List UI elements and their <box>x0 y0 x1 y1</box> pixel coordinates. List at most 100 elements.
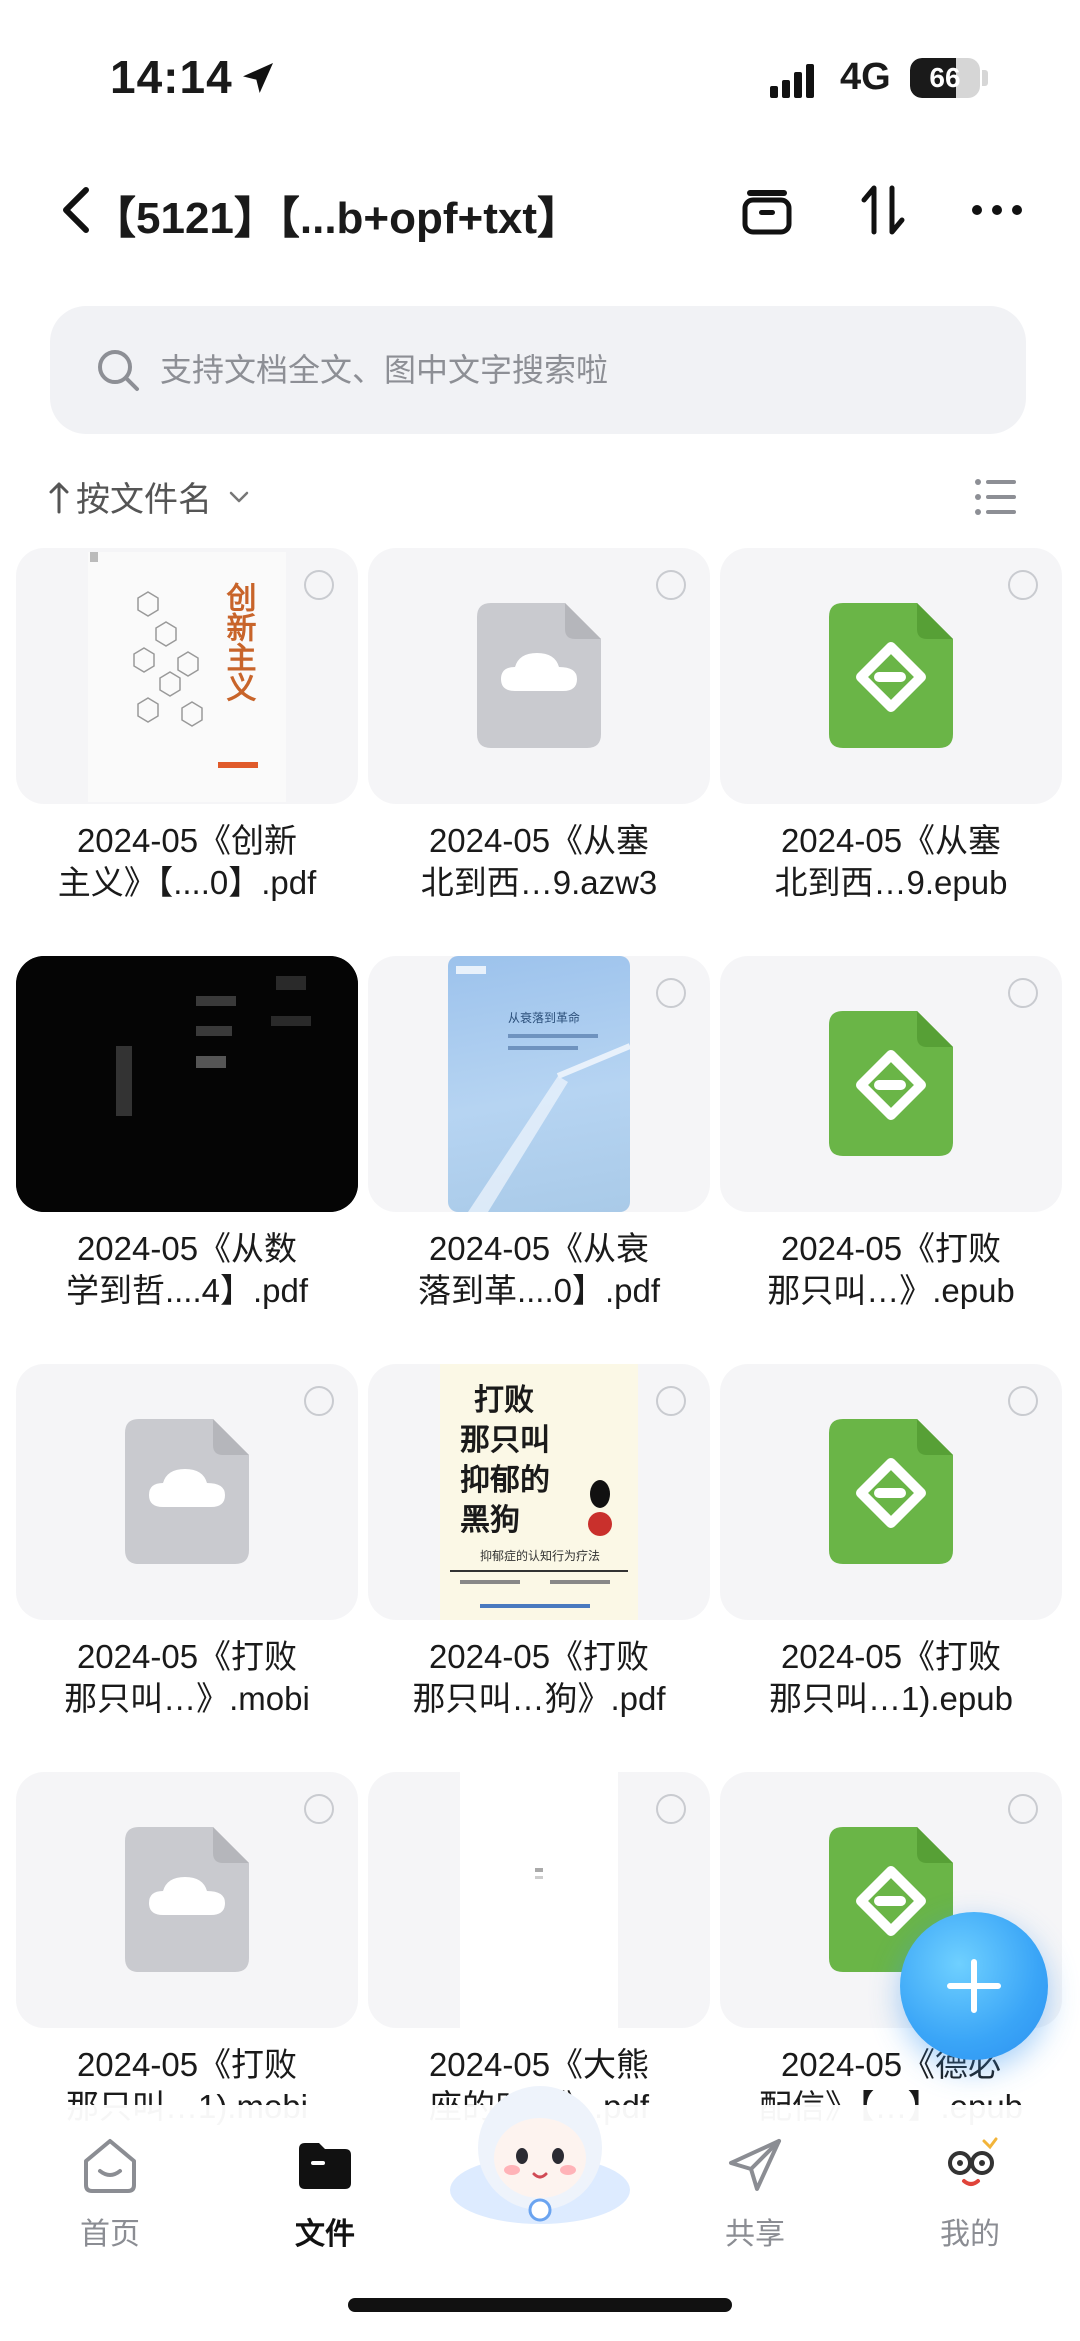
cover-blue: 从衰落到革命 <box>448 956 632 1212</box>
epub-file-icon <box>829 603 953 748</box>
list-view-icon[interactable] <box>970 472 1020 522</box>
network-type: 4G <box>840 56 891 98</box>
cover-innovation: 创新主义 <box>88 552 286 802</box>
file-name: 2024-05《创新 主义》【....0】.pdf <box>16 820 358 904</box>
select-radio[interactable] <box>1008 570 1038 600</box>
chevron-left-icon[interactable] <box>56 184 96 236</box>
cover-innovation-title: 创新主义 <box>221 582 258 702</box>
cover-dog-subtitle: 抑郁症的认知行为疗法 <box>480 1548 600 1563</box>
search-icon <box>98 350 139 391</box>
more-options-icon[interactable] <box>965 178 1029 242</box>
file-name-line2: 主义》【....0】.pdf <box>57 864 317 901</box>
select-radio[interactable] <box>656 570 686 600</box>
file-name-line1: 2024-05《打败 <box>780 1638 1002 1675</box>
status-bar: 14:14 4G 66 <box>0 0 1080 150</box>
file-name-line1: 2024-05《从塞 <box>780 822 1002 859</box>
file-name-line2: 落到革....0】.pdf <box>417 1272 661 1309</box>
tab-share[interactable]: 共享 <box>685 2123 825 2273</box>
tab-files[interactable]: 文件 <box>255 2123 395 2273</box>
sort-toggle-icon[interactable] <box>852 178 916 242</box>
tab-home[interactable]: 首页 <box>40 2123 180 2273</box>
file-thumbnail[interactable]: 打败 那只叫 抑郁的 黑狗 抑郁症的认知行为疗法 <box>368 1364 710 1620</box>
select-radio[interactable] <box>1008 1794 1038 1824</box>
file-name-line1: 2024-05《创新 <box>76 822 298 859</box>
tab-files-label: 文件 <box>295 2218 355 2251</box>
file-name: 2024-05《打败 那只叫…》.mobi <box>16 1636 358 1720</box>
battery-tip <box>982 70 988 86</box>
home-icon <box>84 2139 136 2193</box>
file-thumbnail[interactable] <box>720 956 1062 1212</box>
file-name: 2024-05《从塞 北到西…9.azw3 <box>368 820 710 904</box>
home-indicator <box>348 2298 732 2312</box>
file-thumbnail[interactable] <box>368 548 710 804</box>
file-name: 2024-05《打败 那只叫…》.epub <box>720 1228 1062 1312</box>
sort-label: 按文件名 <box>76 481 212 519</box>
file-thumbnail[interactable] <box>368 1772 710 2028</box>
cover-dark <box>16 956 358 1212</box>
search-input[interactable] <box>160 306 980 434</box>
battery-percent: 66 <box>929 62 961 93</box>
chevron-down-icon <box>229 491 249 502</box>
tab-home-label: 首页 <box>80 2218 140 2251</box>
cloud-file-icon <box>477 603 601 748</box>
file-name: 2024-05《从衰 落到革....0】.pdf <box>368 1228 710 1312</box>
file-name-line2: 那只叫…》.mobi <box>64 1680 310 1717</box>
profile-face-icon <box>948 2137 998 2186</box>
select-radio[interactable] <box>304 1794 334 1824</box>
battery-indicator: 66 <box>910 58 980 98</box>
file-name-line1: 2024-05《从衰 <box>428 1230 650 1267</box>
plus-icon <box>947 1959 1001 2013</box>
cover-dog-title2: 那只叫 <box>460 1423 550 1458</box>
signal-strength-icon <box>770 64 814 98</box>
paper-plane-icon <box>729 2139 781 2191</box>
sort-by-name-button[interactable]: 按文件名 <box>48 472 250 521</box>
epub-file-icon <box>829 1419 953 1564</box>
file-thumbnail[interactable] <box>16 1364 358 1620</box>
select-radio[interactable] <box>304 570 334 600</box>
arrow-up-icon <box>49 482 69 513</box>
select-radio[interactable] <box>656 978 686 1008</box>
file-name-line2: 那只叫…狗》.pdf <box>412 1680 666 1717</box>
file-name-line2: 那只叫…》.epub <box>767 1272 1015 1309</box>
cloud-file-icon <box>125 1419 249 1564</box>
file-thumbnail[interactable] <box>720 1364 1062 1620</box>
folder-icon <box>299 2143 351 2189</box>
select-radio[interactable] <box>656 1386 686 1416</box>
file-thumbnail[interactable] <box>16 1772 358 2028</box>
add-button[interactable] <box>900 1912 1048 2060</box>
select-radio[interactable] <box>304 1386 334 1416</box>
cover-dog-title3: 抑郁的 <box>460 1463 550 1498</box>
file-thumbnail[interactable] <box>16 956 358 1212</box>
select-radio[interactable] <box>1008 978 1038 1008</box>
select-radio[interactable] <box>1008 1386 1038 1416</box>
file-name-line1: 2024-05《打败 <box>76 2046 298 2083</box>
file-name-line2: 北到西…9.epub <box>774 864 1008 901</box>
mascot-assistant-button[interactable] <box>440 2070 640 2230</box>
file-name: 2024-05《从塞 北到西…9.epub <box>720 820 1062 904</box>
tab-me[interactable]: 我的 <box>900 2123 1040 2273</box>
search-bar[interactable] <box>50 306 1026 434</box>
cover-white <box>460 1772 618 2028</box>
select-radio[interactable] <box>656 1794 686 1824</box>
cloud-file-icon <box>125 1827 249 1972</box>
file-name-line2: 北到西…9.azw3 <box>420 864 658 901</box>
file-thumbnail[interactable]: 从衰落到革命 <box>368 956 710 1212</box>
file-thumbnail[interactable] <box>720 548 1062 804</box>
file-name-line1: 2024-05《打败 <box>428 1638 650 1675</box>
file-name-line2: 学到哲....4】.pdf <box>65 1272 309 1309</box>
sort-row: 按文件名 <box>0 460 1080 530</box>
file-name-line2: 那只叫…1).epub <box>769 1680 1013 1717</box>
cover-dog-title4: 黑狗 <box>460 1503 520 1538</box>
file-name-line1: 2024-05《从数 <box>76 1230 298 1267</box>
location-arrow-icon <box>243 63 273 93</box>
file-name-line1: 2024-05《德必 <box>780 2046 1002 2083</box>
page-title: 【5121】【...b+opf+txt】 <box>92 194 582 243</box>
cover-dog-title1: 打败 <box>474 1383 534 1418</box>
file-thumbnail[interactable]: 创新主义 <box>16 548 358 804</box>
status-time: 14:14 <box>110 51 233 103</box>
file-name: 2024-05《从数 学到哲....4】.pdf <box>16 1228 358 1312</box>
file-name-line1: 2024-05《从塞 <box>428 822 650 859</box>
epub-file-icon <box>829 1011 953 1156</box>
file-name-line1: 2024-05《打败 <box>76 1638 298 1675</box>
archive-box-icon[interactable] <box>735 178 799 242</box>
